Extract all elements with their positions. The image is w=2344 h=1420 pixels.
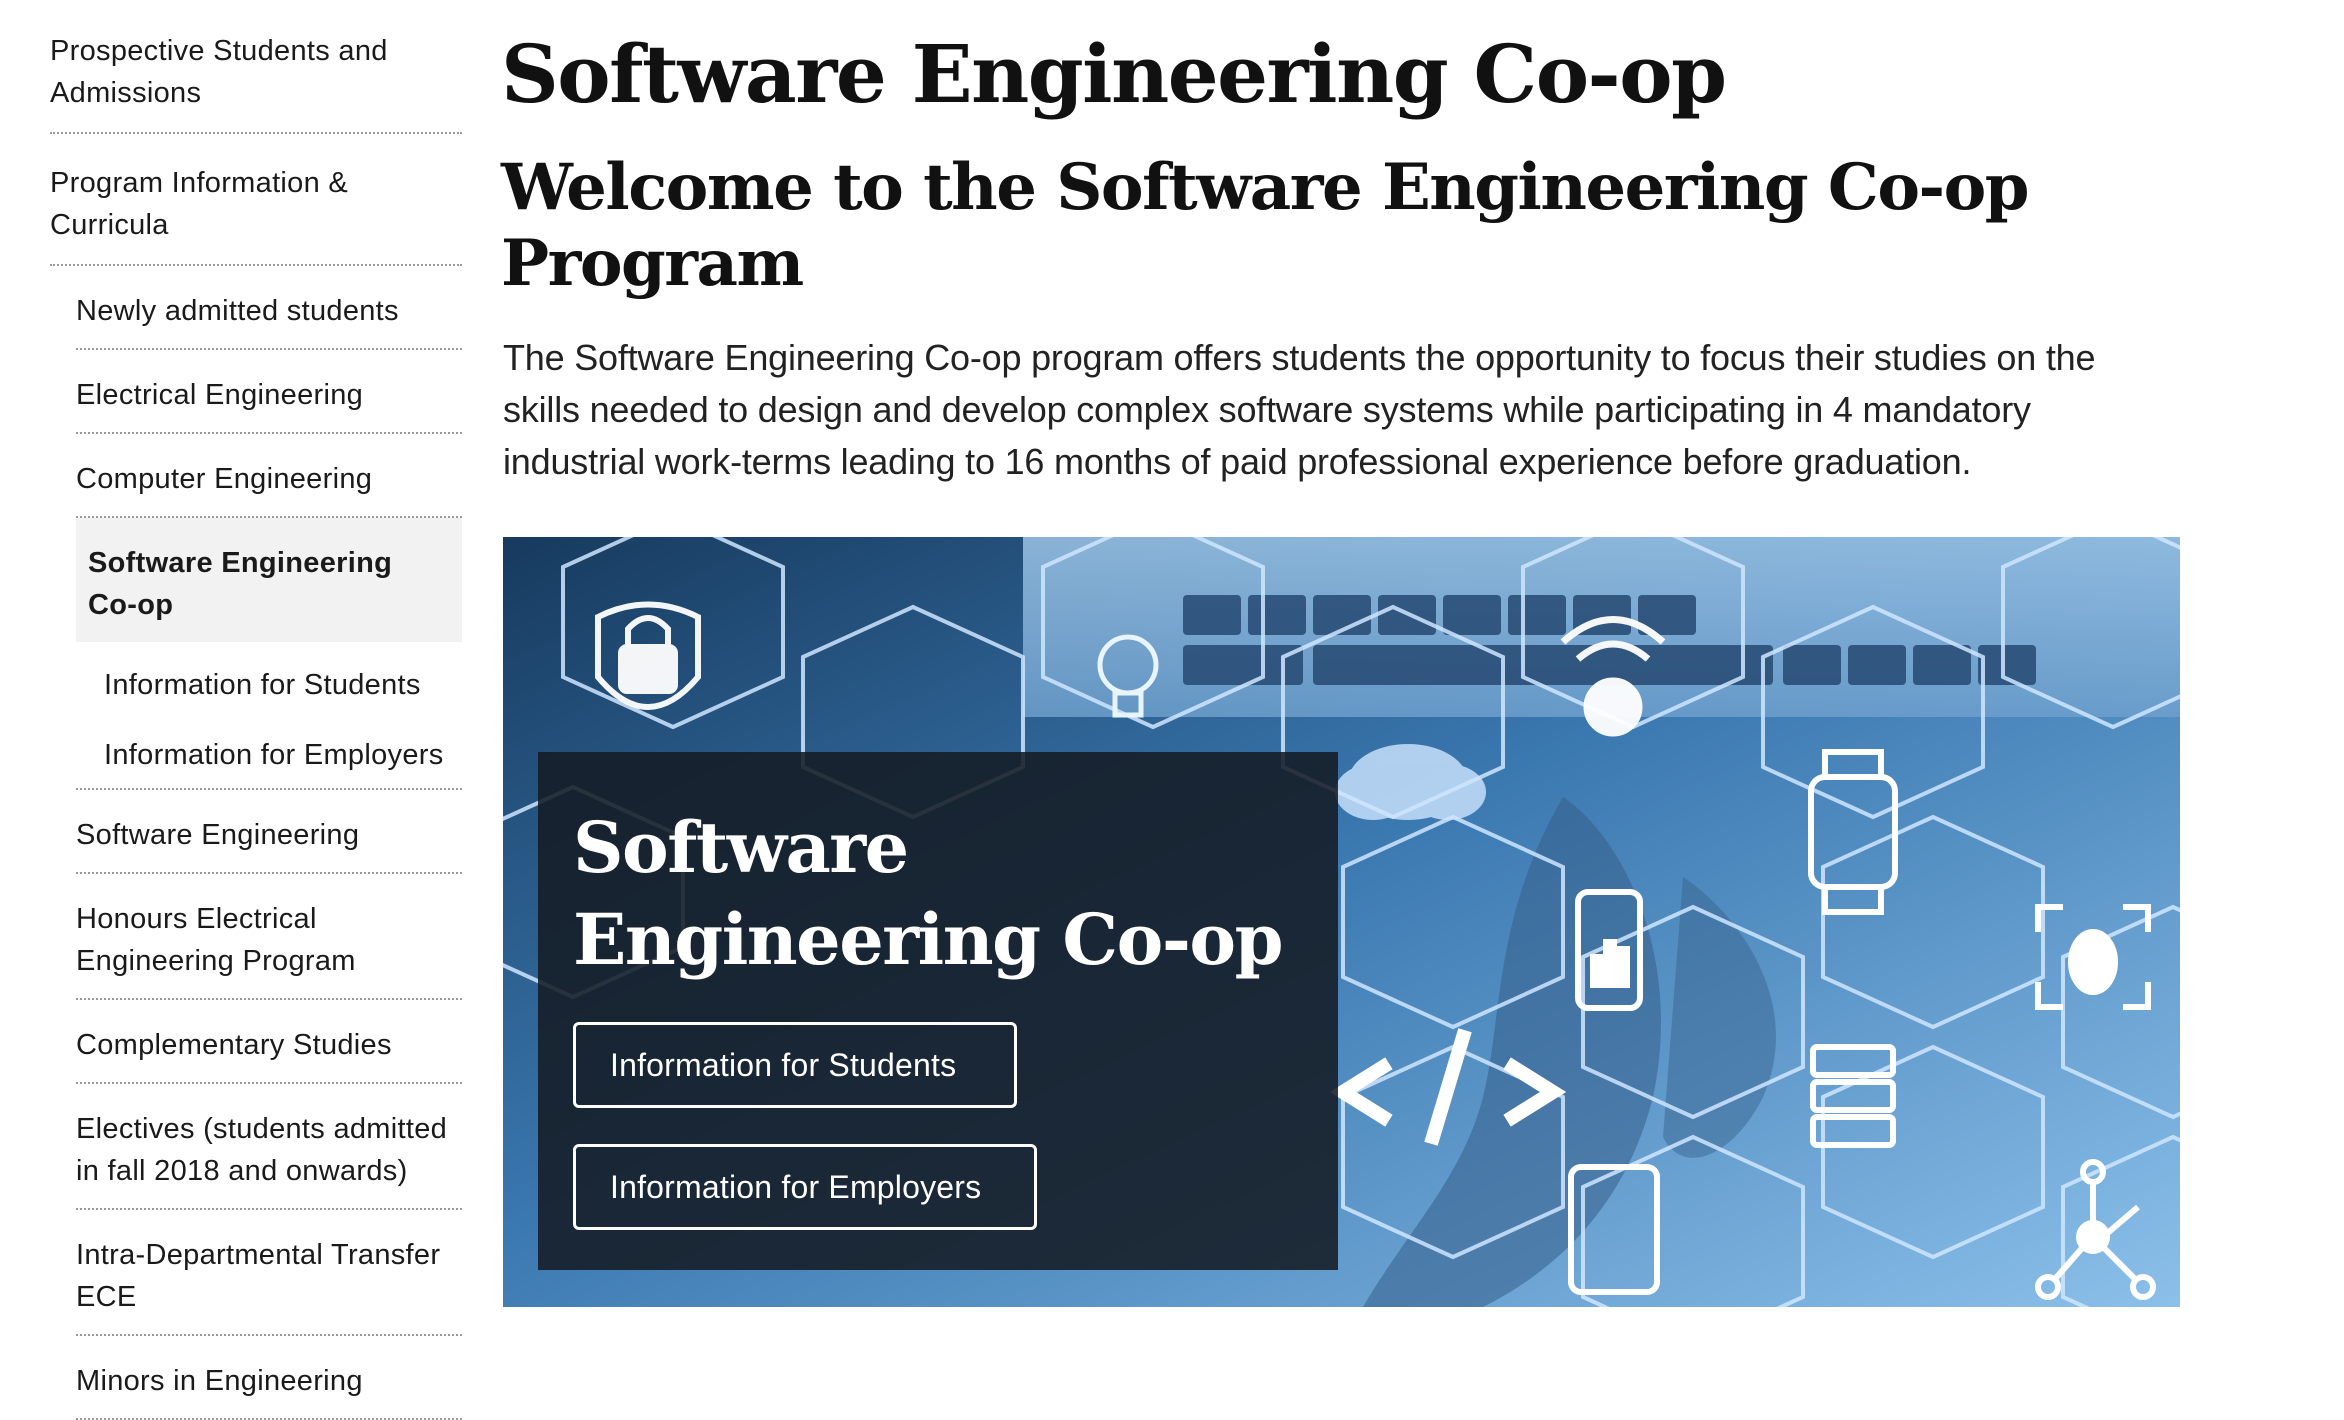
- info-employers-button[interactable]: Information for Employers: [573, 1144, 1037, 1230]
- sidebar-item-honours-electrical[interactable]: Honours Electrical Engineering Program: [76, 874, 462, 1000]
- hero-overlay-panel: Software Engineering Co-op Information f…: [538, 752, 1338, 1270]
- sidebar-item-minors[interactable]: Minors in Engineering: [76, 1336, 462, 1420]
- page-title: Software Engineering Co-op: [501, 27, 1727, 121]
- sidebar-item-software-engineering-coop[interactable]: Software Engineering Co-op: [76, 518, 462, 644]
- page-subtitle: Welcome to the Software Engineering Co-o…: [501, 150, 2030, 301]
- sidebar-item-info-employers[interactable]: Information for Employers: [76, 718, 462, 790]
- sidebar-item-electives[interactable]: Electives (students admitted in fall 201…: [76, 1084, 462, 1210]
- sidebar-item-program-information[interactable]: Program Information & Curricula: [50, 134, 462, 266]
- hero-banner: Software Engineering Co-op Information f…: [503, 537, 2180, 1307]
- sidebar-item-info-students[interactable]: Information for Students: [102, 644, 462, 718]
- intro-paragraph: The Software Engineering Co-op program o…: [503, 337, 2096, 482]
- sidebar-item-prospective-students[interactable]: Prospective Students and Admissions: [50, 0, 462, 134]
- sidebar-item-electrical-engineering[interactable]: Electrical Engineering: [76, 350, 462, 434]
- main-content: Software Engineering Co-op Welcome to th…: [501, 0, 2183, 488]
- sidebar-item-intra-departmental-transfer[interactable]: Intra-Departmental Transfer ECE: [76, 1210, 462, 1336]
- info-students-button[interactable]: Information for Students: [573, 1022, 1017, 1108]
- sidebar-item-newly-admitted[interactable]: Newly admitted students: [76, 266, 462, 350]
- sidebar-item-software-engineering[interactable]: Software Engineering: [76, 790, 462, 874]
- sidebar-item-computer-engineering[interactable]: Computer Engineering: [76, 434, 462, 518]
- sidebar-nav: Prospective Students and Admissions Prog…: [50, 0, 462, 1420]
- sidebar-item-complementary-studies[interactable]: Complementary Studies: [76, 1000, 462, 1084]
- hero-title: Software Engineering Co-op: [573, 806, 1284, 981]
